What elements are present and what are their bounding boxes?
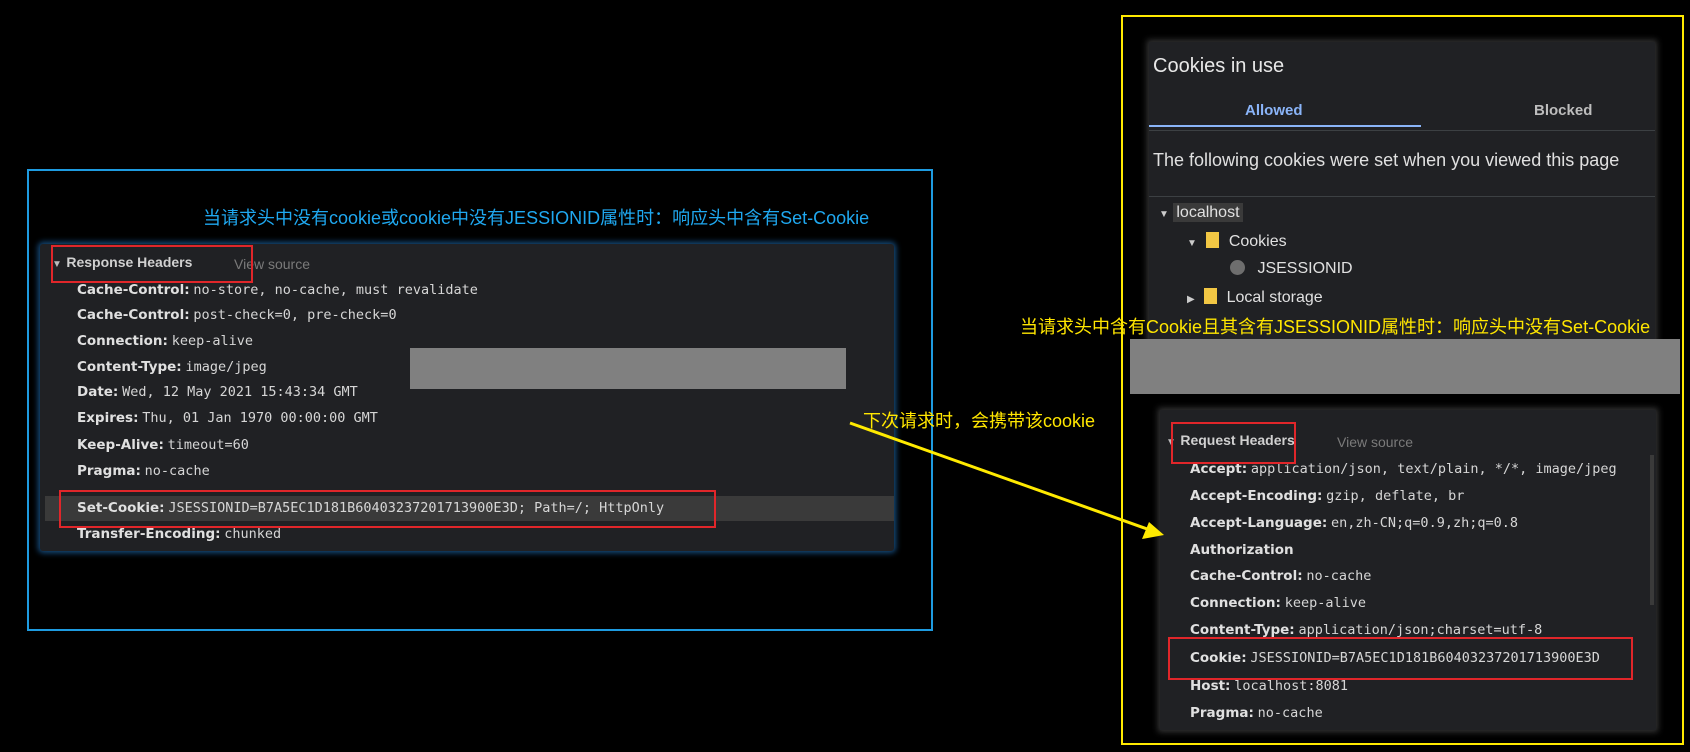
arrow-icon	[849, 421, 1164, 539]
